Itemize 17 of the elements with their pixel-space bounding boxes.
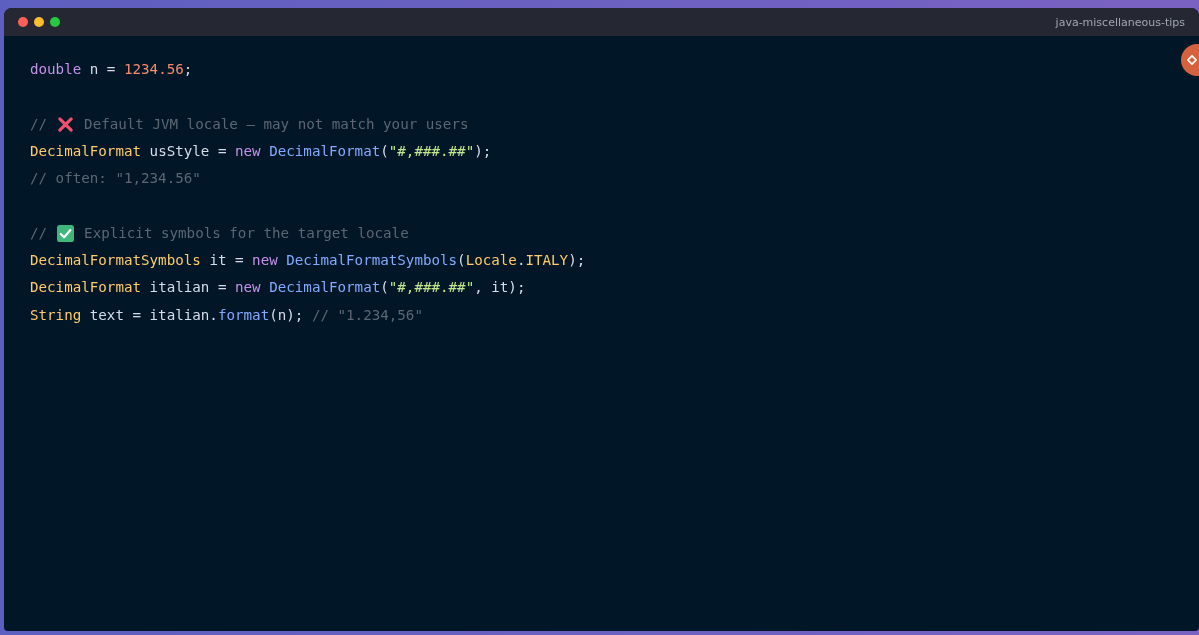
code-line: DecimalFormat usStyle = new DecimalFormat("#,###.##"); <box>30 141 492 161</box>
code-line: // often: "1,234.56" <box>30 169 201 189</box>
minimize-dot-icon[interactable] <box>34 17 44 27</box>
diamond-icon <box>1187 55 1197 65</box>
comment-slashes: // <box>30 223 48 243</box>
check-icon <box>57 224 75 242</box>
comment-text: Explicit symbols for the target locale <box>84 223 409 243</box>
comment-slashes: // <box>30 114 48 134</box>
comment-text: Default JVM locale — may not match your users <box>84 114 469 134</box>
window-title: java-miscellaneous-tips <box>1055 15 1185 29</box>
code-line: DecimalFormatSymbols it = new DecimalFormatSymbols(Locale.ITALY); <box>30 251 586 271</box>
cross-icon <box>57 115 75 133</box>
code-line: DecimalFormat italian = new DecimalFormat("#,###.##", it); <box>30 278 526 298</box>
maximize-dot-icon[interactable] <box>50 17 60 27</box>
code-line: double n = 1234.56; <box>30 60 193 79</box>
code-line: String text = italian.format(n); // "1.234,56" <box>30 305 423 325</box>
close-dot-icon[interactable] <box>18 17 28 27</box>
